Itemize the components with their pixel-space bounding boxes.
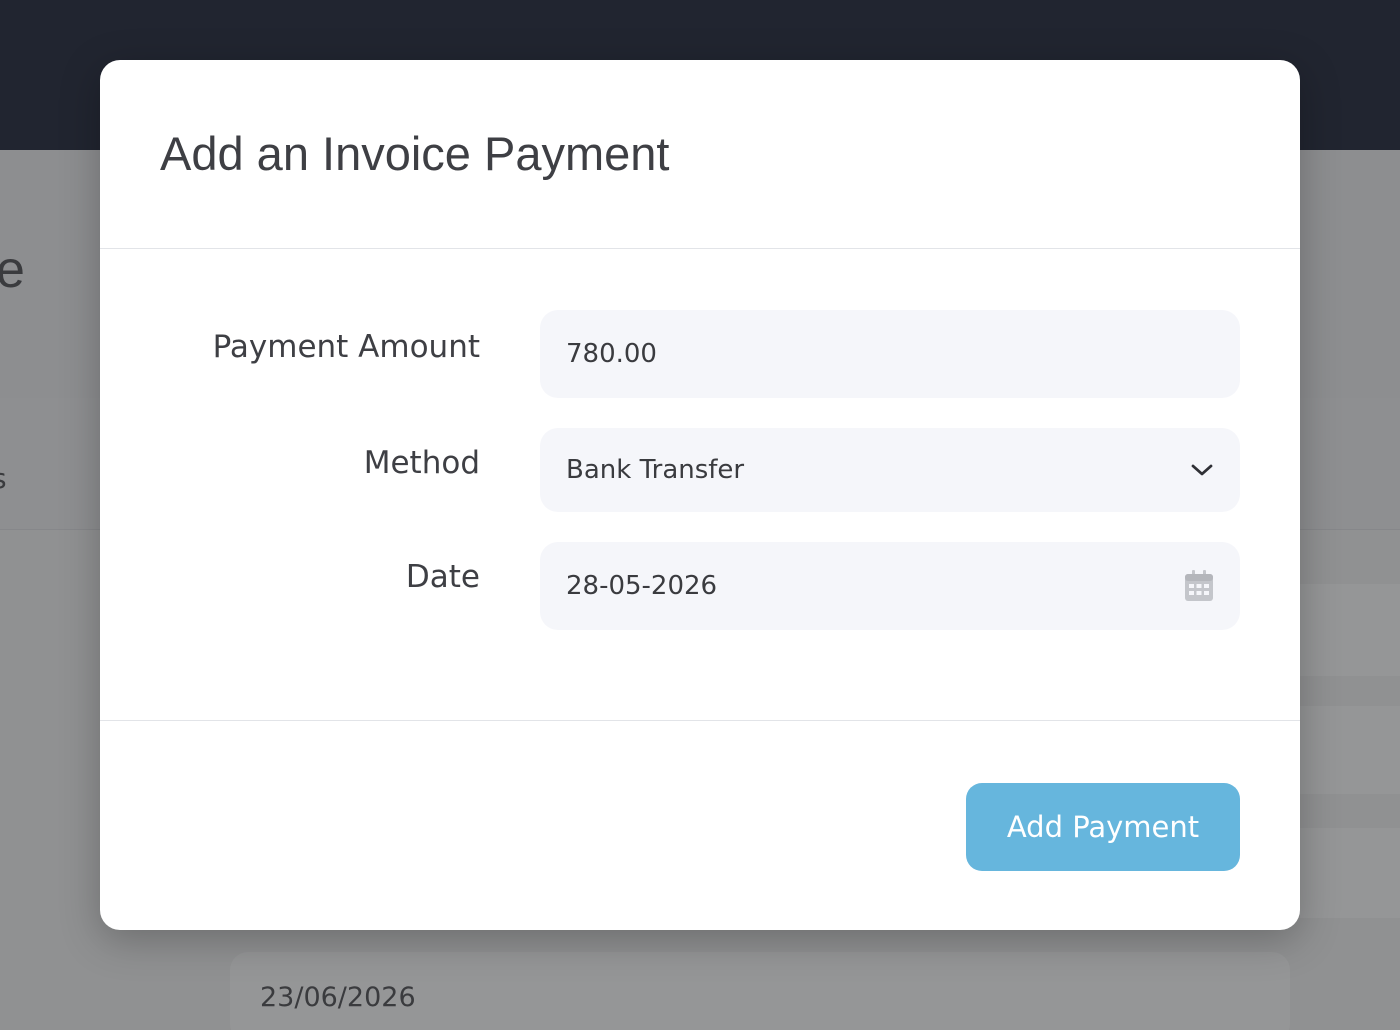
method-select[interactable]: Bank Transfer (540, 428, 1240, 512)
date-input[interactable]: 28-05-2026 (540, 542, 1240, 630)
method-label: Method (363, 445, 480, 481)
background-date-value: 23/06/2026 (260, 982, 416, 1013)
invoice-payment-modal: Add an Invoice Payment Payment Amount 78… (100, 60, 1300, 930)
background-tab-label: s (0, 462, 7, 495)
date-value: 28-05-2026 (566, 571, 718, 601)
method-selected-value: Bank Transfer (566, 455, 745, 485)
calendar-icon[interactable] (1184, 570, 1214, 602)
background-row (1300, 828, 1400, 918)
background-row (1300, 706, 1400, 794)
modal-body: Payment Amount 780.00 Method Bank Transf… (100, 249, 1300, 721)
modal-footer: Add Payment (100, 720, 1300, 930)
modal-header: Add an Invoice Payment (100, 60, 1300, 249)
background-page-title: e (0, 241, 25, 299)
background-row (1300, 584, 1400, 676)
date-label: Date (405, 559, 480, 595)
modal-title: Add an Invoice Payment (160, 127, 670, 180)
payment-amount-input[interactable]: 780.00 (540, 310, 1240, 398)
add-payment-button[interactable]: Add Payment (966, 783, 1240, 871)
chevron-down-icon (1190, 462, 1214, 478)
payment-amount-label: Payment Amount (212, 329, 480, 365)
payment-amount-value: 780.00 (566, 339, 657, 369)
